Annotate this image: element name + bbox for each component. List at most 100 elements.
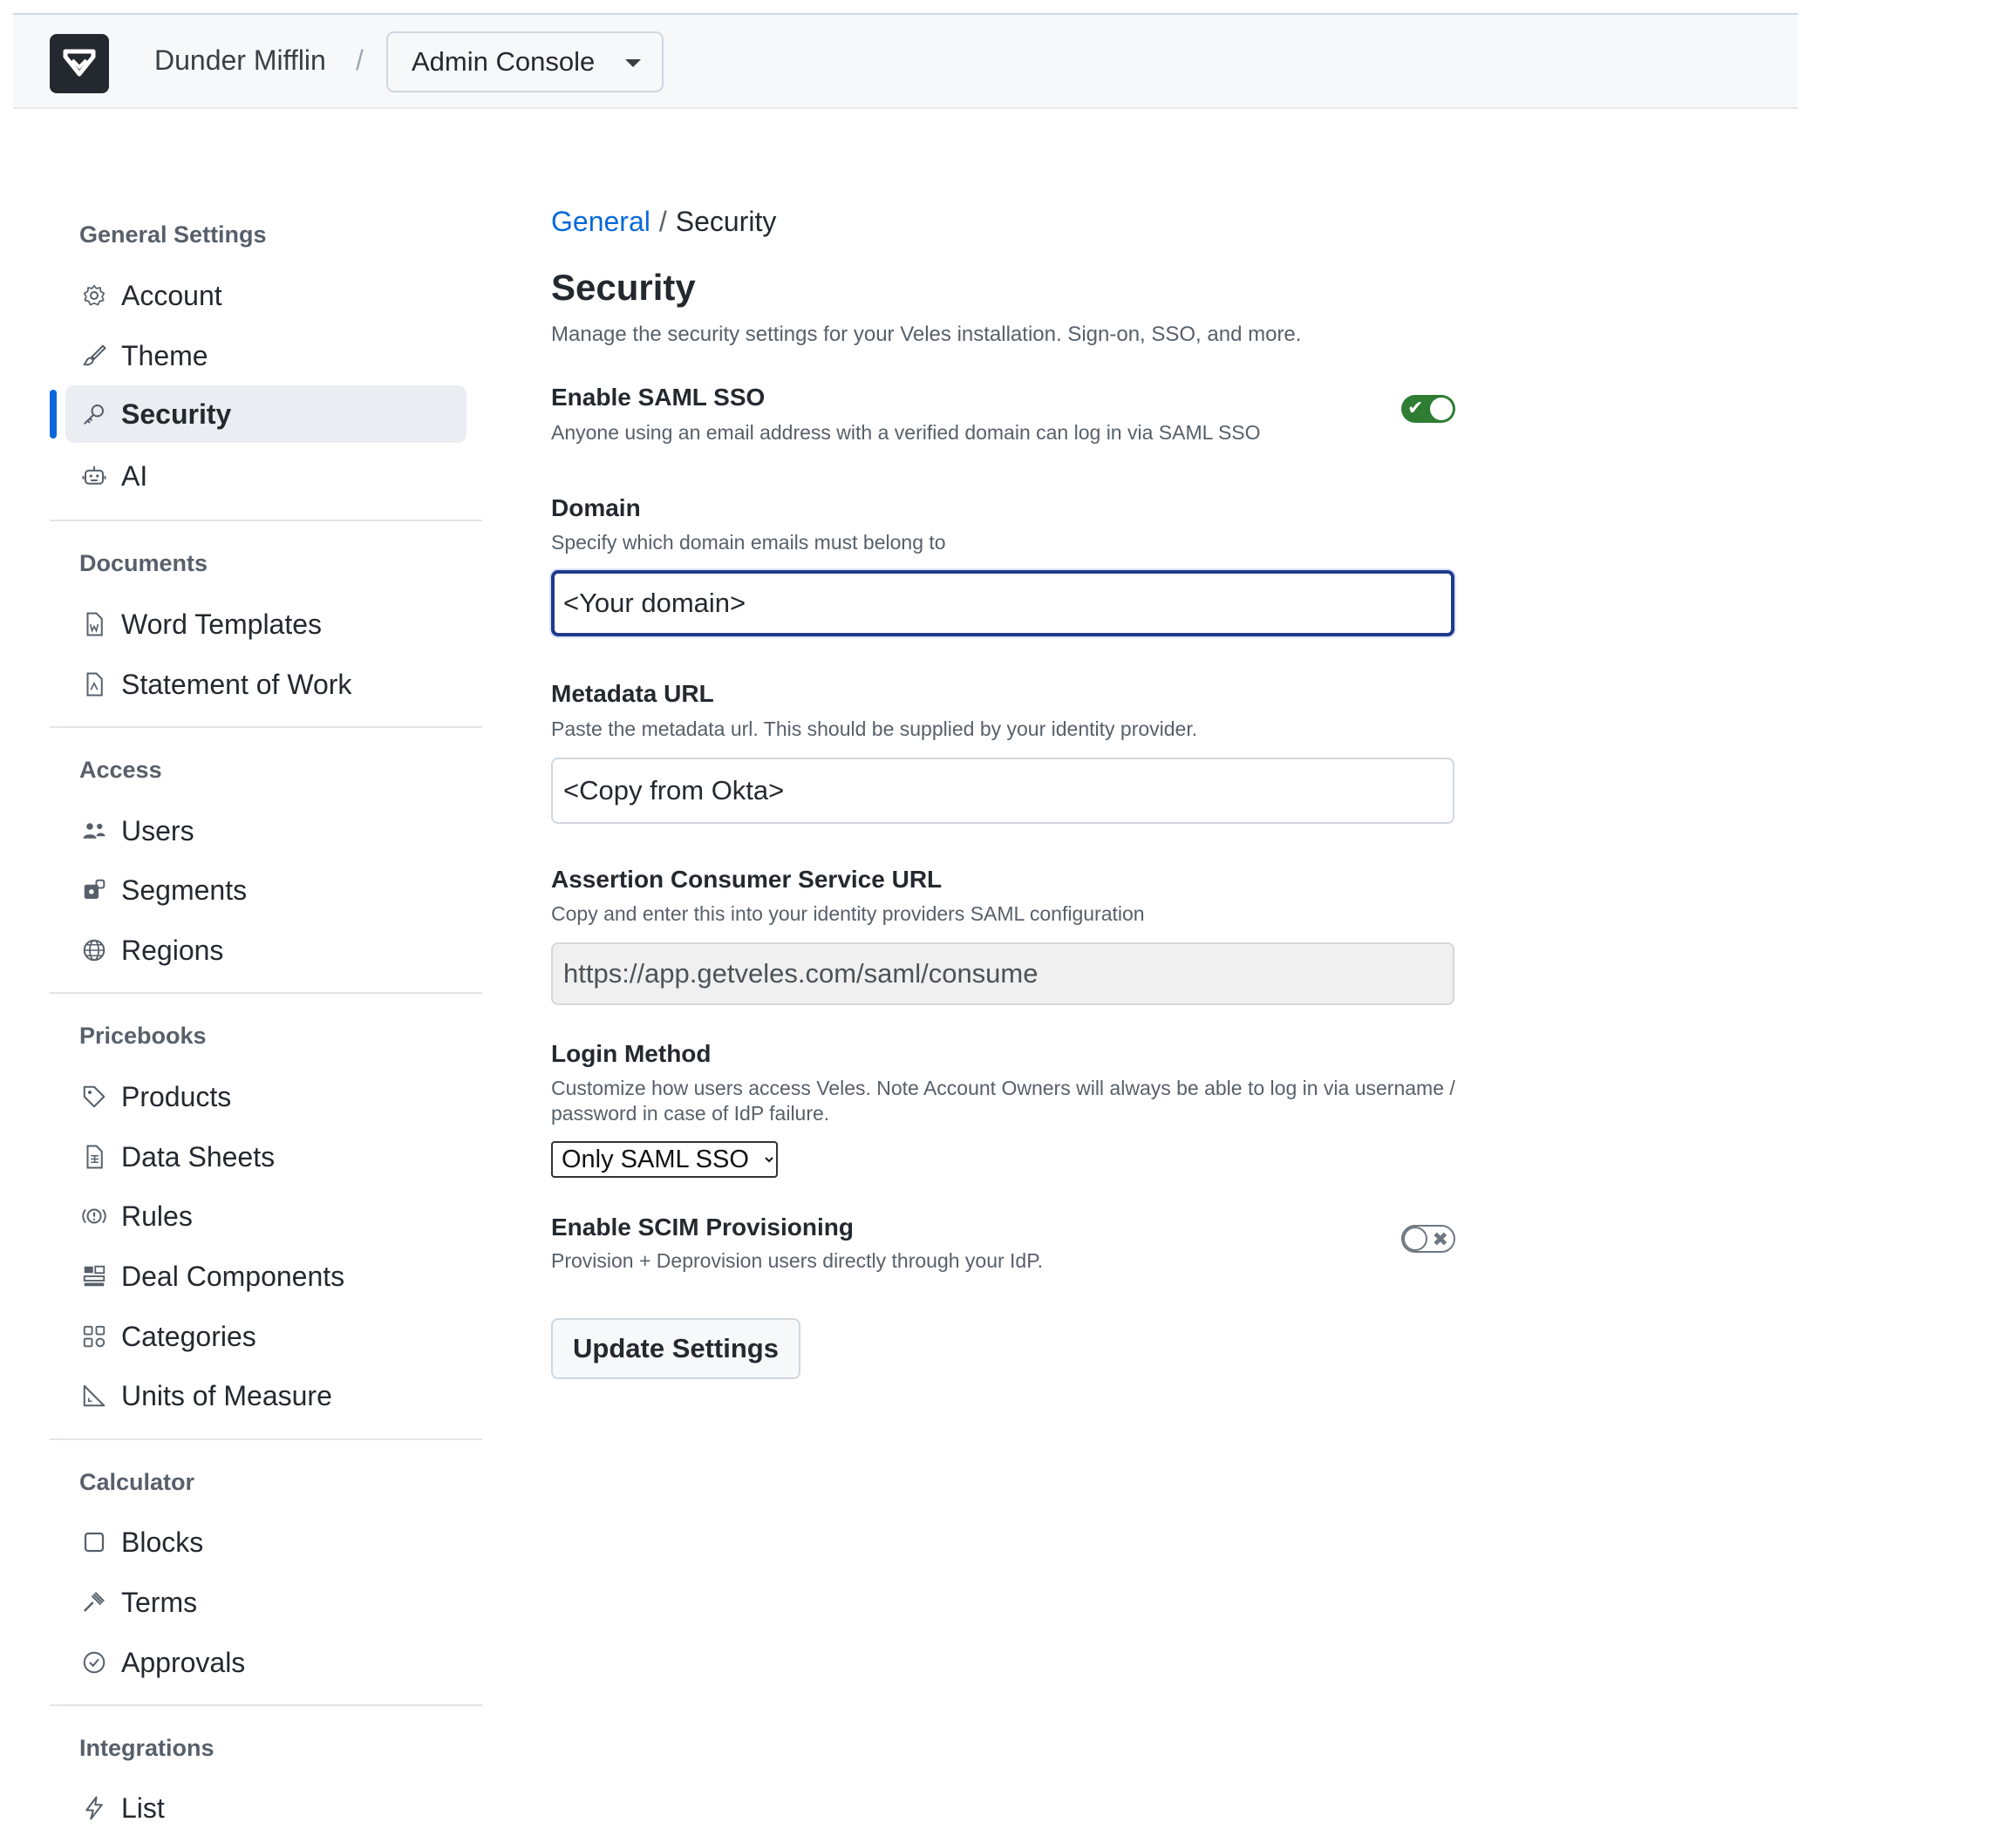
caret-down-icon [625, 59, 641, 67]
breadcrumb-general-link[interactable]: General [551, 206, 650, 237]
toggle-knob [1430, 398, 1453, 420]
check-icon: ✔ [1407, 397, 1424, 418]
domain-label: Domain [551, 494, 641, 521]
categories-icon [79, 1322, 109, 1351]
gavel-icon [79, 1588, 109, 1617]
sidebar-item-segments[interactable]: Segments [65, 861, 467, 919]
sidebar-divider [50, 1704, 482, 1706]
sidebar-item-label: Rules [121, 1200, 193, 1232]
sidebar-item-label: List [121, 1792, 165, 1824]
metadata-url-help: Paste the metadata url. This should be s… [551, 717, 1198, 740]
admin-console-label: Admin Console [412, 46, 596, 77]
robot-icon [79, 461, 109, 491]
lightning-icon [79, 1793, 109, 1823]
sidebar-item-products[interactable]: Products [65, 1068, 467, 1125]
ruler-icon [79, 1381, 109, 1411]
scim-help: Provision + Deprovision users directly t… [551, 1249, 1043, 1272]
page-description: Manage the security settings for your Ve… [551, 323, 1302, 346]
sidebar-item-data-sheets[interactable]: Data Sheets [65, 1128, 467, 1186]
sidebar-item-label: Terms [121, 1586, 198, 1618]
sidebar-item-theme[interactable]: Theme [65, 327, 467, 384]
sidebar-item-regions[interactable]: Regions [65, 921, 467, 979]
sidebar-item-label: Units of Measure [121, 1379, 332, 1411]
top-header-bar: Dunder Mifflin / Admin Console [13, 13, 1798, 109]
brush-icon [79, 341, 109, 371]
sidebar-item-label: Blocks [121, 1526, 204, 1558]
nav-group-integrations: Integrations [79, 1735, 215, 1761]
word-file-icon [79, 609, 109, 639]
users-icon [79, 816, 109, 846]
sidebar-divider [50, 1438, 482, 1440]
acs-url-help: Copy and enter this into your identity p… [551, 902, 1145, 925]
sidebar-item-label: Statement of Work [121, 668, 352, 700]
toggle-knob [1403, 1227, 1427, 1251]
breadcrumb: General / Security [551, 202, 776, 241]
sidebar-item-label: Deal Components [121, 1260, 345, 1292]
rules-icon [79, 1201, 109, 1231]
acs-url-label: Assertion Consumer Service URL [551, 866, 943, 893]
sidebar-item-label: Theme [121, 339, 208, 371]
x-icon: ✖ [1432, 1228, 1448, 1250]
saml-sso-label: Enable SAML SSO [551, 384, 766, 411]
scim-label: Enable SCIM Provisioning [551, 1214, 854, 1241]
breadcrumb-separator: / [658, 206, 667, 237]
metadata-url-input[interactable] [551, 758, 1454, 824]
header-separator: / [356, 44, 364, 76]
scim-toggle[interactable]: ✖ [1401, 1225, 1455, 1253]
tag-icon [79, 1082, 109, 1112]
sidebar-item-list[interactable]: List [65, 1779, 467, 1829]
gear-icon [79, 281, 109, 310]
sidebar-item-deal-components[interactable]: Deal Components [65, 1248, 467, 1305]
nav-group-calculator: Calculator [79, 1469, 195, 1495]
sidebar-item-label: Approvals [121, 1646, 246, 1678]
sidebar-item-security[interactable]: Security [65, 385, 467, 443]
shield-logo-icon [63, 49, 96, 77]
sheet-icon [79, 1142, 109, 1172]
sidebar-item-users[interactable]: Users [65, 802, 467, 860]
components-icon [79, 1261, 109, 1291]
globe-icon [79, 935, 109, 965]
saml-sso-toggle[interactable]: ✔ [1401, 395, 1455, 423]
login-method-help: Customize how users access Veles. Note A… [551, 1077, 1455, 1125]
active-indicator [50, 390, 57, 439]
sidebar-divider [50, 992, 482, 994]
sidebar-item-label: Data Sheets [121, 1140, 276, 1173]
sidebar-item-blocks[interactable]: Blocks [65, 1513, 467, 1571]
domain-input[interactable] [551, 570, 1454, 636]
sidebar-item-label: Categories [121, 1320, 256, 1352]
login-method-label: Login Method [551, 1040, 712, 1067]
sidebar-item-units-of-measure[interactable]: Units of Measure [65, 1367, 467, 1424]
acs-url-input[interactable] [551, 942, 1454, 1005]
sidebar-item-account[interactable]: Account [65, 267, 467, 324]
sidebar-item-approvals[interactable]: Approvals [65, 1634, 467, 1691]
admin-console-dropdown[interactable]: Admin Console [386, 31, 664, 92]
sidebar-item-rules[interactable]: Rules [65, 1187, 467, 1245]
sidebar-item-label: Users [121, 814, 194, 847]
sidebar-item-label: Word Templates [121, 608, 323, 640]
org-name[interactable]: Dunder Mifflin [154, 41, 326, 79]
sidebar-item-terms[interactable]: Terms [65, 1574, 467, 1631]
metadata-url-label: Metadata URL [551, 680, 714, 707]
breadcrumb-current: Security [675, 206, 777, 237]
login-method-select[interactable]: Only SAML SSO [551, 1141, 778, 1178]
page-title: Security [551, 267, 696, 308]
sidebar-item-categories[interactable]: Categories [65, 1308, 467, 1365]
sidebar-item-statement-of-work[interactable]: Statement of Work [65, 656, 467, 713]
sidebar-item-ai[interactable]: AI [65, 447, 467, 505]
document-icon [79, 670, 109, 699]
saml-sso-help: Anyone using an email address with a ver… [551, 421, 1261, 444]
nav-group-pricebooks: Pricebooks [79, 1023, 207, 1049]
sidebar-item-label: Account [121, 279, 222, 311]
check-circle-icon [79, 1648, 109, 1677]
sidebar-item-word-templates[interactable]: Word Templates [65, 595, 467, 653]
update-settings-button[interactable]: Update Settings [551, 1318, 800, 1379]
sidebar-item-label: AI [121, 459, 148, 492]
square-icon [79, 1527, 109, 1557]
sidebar-divider [50, 726, 482, 728]
domain-help: Specify which domain emails must belong … [551, 531, 946, 554]
sidebar-item-label: Regions [121, 934, 224, 966]
nav-group-general-settings: General Settings [79, 221, 267, 248]
sidebar-item-label: Products [121, 1080, 232, 1112]
veles-logo[interactable] [50, 34, 109, 93]
nav-group-documents: Documents [79, 550, 208, 576]
